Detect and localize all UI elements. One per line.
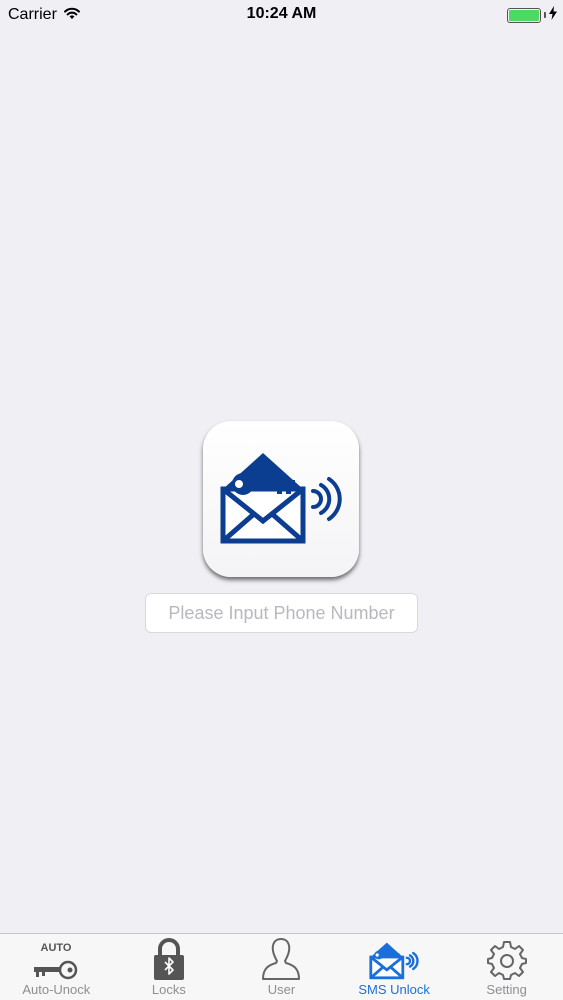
auto-key-icon-text: AUTO (41, 942, 72, 954)
gear-icon (486, 935, 528, 981)
tab-auto-unlock-label: Auto-Unock (22, 982, 91, 997)
auto-key-icon: AUTO (30, 935, 82, 981)
tab-sms-unlock[interactable]: SMS Unlock (338, 934, 451, 1000)
sms-unlock-envelope-key-icon (220, 453, 342, 544)
tab-auto-unlock[interactable]: AUTO Auto-Unock (0, 934, 113, 1000)
tab-setting-label: Setting (486, 982, 527, 997)
sms-unlock-icon (368, 935, 420, 981)
tab-user-label: User (267, 982, 296, 997)
tab-sms-unlock-label: SMS Unlock (358, 982, 430, 997)
status-bar: Carrier 10:24 AM (0, 0, 563, 30)
tab-setting[interactable]: Setting (450, 934, 563, 1000)
battery-icon (507, 7, 541, 23)
battery-tip (544, 12, 546, 18)
tab-user[interactable]: User (225, 934, 338, 1000)
battery-group (507, 5, 557, 25)
sms-unlock-app-icon (203, 421, 359, 577)
tab-locks[interactable]: Locks (113, 934, 226, 1000)
phone-number-input[interactable] (145, 593, 418, 633)
tab-bar: AUTO Auto-Unock Locks User SMS Unlock Se… (0, 933, 563, 1000)
tab-locks-label: Locks (151, 982, 186, 997)
battery-level (509, 9, 539, 21)
charging-bolt-icon (549, 5, 557, 25)
bluetooth-lock-icon (151, 935, 187, 981)
user-icon (259, 935, 303, 981)
status-time: 10:24 AM (246, 5, 317, 22)
